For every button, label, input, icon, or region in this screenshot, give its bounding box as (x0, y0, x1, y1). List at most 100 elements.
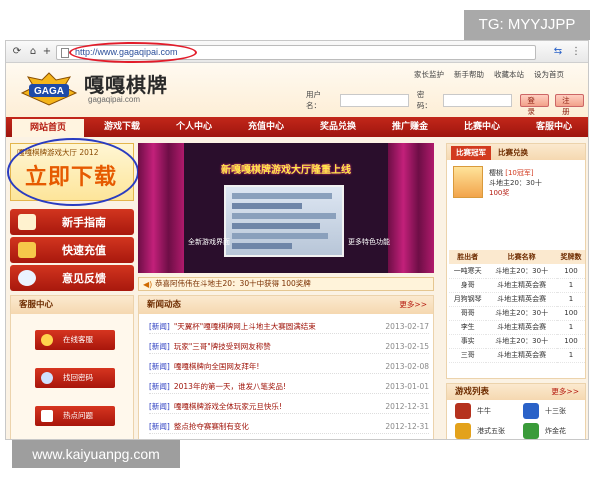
news-item-title: 整点抢夺赛赛制有变化 (173, 422, 249, 431)
table-row: 身哥 斗地主精英会赛 1 (449, 278, 585, 293)
champion-avatar (453, 166, 483, 198)
table-row: 月狗钢琴 斗地主精英会赛 1 (449, 292, 585, 307)
table-row: 事实 斗地主20：30十 100 (449, 334, 585, 349)
customer-service-title: 客服中心 (11, 296, 133, 314)
login-button[interactable]: 登录 (520, 93, 550, 116)
news-more-link[interactable]: 更多>> (399, 296, 427, 314)
banner-title: 新嘎嘎棋牌游戏大厅隆重上线 (221, 165, 351, 176)
download-now-button[interactable]: 嘎嘎棋牌游戏大厅 2012 立即下载 (7, 138, 139, 206)
site-header: GAGA 嘎嘎棋牌 gagaqipai.com 家长监护 新手帮助 收藏本站 设… (6, 63, 588, 117)
nav-personal-center[interactable]: 个人中心 (158, 117, 230, 137)
tab-match-exchange[interactable]: 比赛兑换 (493, 146, 533, 160)
username-label: 用户名： (306, 90, 321, 110)
news-date: 2012-12-31 (385, 402, 429, 411)
niuniu-icon (455, 403, 471, 419)
game-label: 港式五张 (477, 427, 505, 435)
gaga-logo[interactable]: GAGA (20, 71, 78, 107)
link-newbie-help[interactable]: 新手帮助 (454, 69, 484, 80)
game-niuniu[interactable]: 牛牛 (451, 402, 513, 420)
news-item[interactable]: [新闻] 嘎嘎棋牌向全国网友拜年! 2013-02-08 (149, 360, 429, 374)
news-date: 2013-01-01 (385, 382, 429, 391)
username-input[interactable] (339, 93, 409, 107)
recover-password-button[interactable]: 找回密码 (35, 368, 115, 388)
table-row: 一吨寒天 斗地主20：30十 100 (449, 264, 585, 279)
news-item-title: 嘎嘎棋牌向全国网友拜年! (173, 362, 260, 371)
news-date: 2013-02-17 (385, 322, 429, 331)
address-bar[interactable]: http://www.gagaqipai.com (56, 42, 536, 63)
nav-match-center[interactable]: 比赛中心 (446, 117, 518, 137)
nav-customer-service[interactable]: 客服中心 (518, 117, 588, 137)
password-input[interactable] (443, 93, 513, 107)
game-label: 十三张 (545, 407, 566, 415)
quick-recharge-label: 快速充值 (62, 244, 106, 257)
banner-caption-left: 全新游戏界面 (188, 238, 230, 246)
quick-recharge-button[interactable]: 快速充值 (10, 237, 134, 263)
newbie-guide-label: 新手指南 (62, 216, 106, 229)
feedback-button[interactable]: 意见反馈 (10, 265, 134, 291)
game-hk-five[interactable]: 港式五张 (451, 422, 513, 439)
speaker-icon: ◀) (143, 280, 153, 289)
news-item[interactable]: [新闻] 玩家"三哥"牌技受到网友称赞 2013-02-15 (149, 340, 429, 354)
champion-game: 斗地主20：30十 (489, 179, 542, 187)
news-item-title: 嘎嘎棋牌游戏全体玩家元旦快乐! (173, 402, 282, 411)
add-tab-icon[interactable]: + (40, 45, 54, 59)
news-tag: [新闻] (149, 342, 170, 351)
golden-flower-icon (523, 423, 539, 439)
key-icon (41, 372, 53, 384)
nav-prize-exchange[interactable]: 奖品兑换 (302, 117, 374, 137)
game-list-panel: 游戏列表 更多>> 牛牛 十三张 港式五张 炸金花 (446, 383, 586, 439)
login-form: 用户名： 密码： 登录 注册 (306, 90, 588, 116)
news-date: 2013-02-15 (385, 342, 429, 351)
browser-window: ⟳ ⌂ + http://www.gagaqipai.com ⇆ ⋮ GAGA … (5, 40, 589, 440)
table-row: 哥哥 斗地主20：30十 100 (449, 306, 585, 321)
game-thirteen[interactable]: 十三张 (519, 402, 581, 420)
news-item[interactable]: [新闻] 嘎嘎棋牌游戏全体玩家元旦快乐! 2012-12-31 (149, 400, 429, 414)
five-card-icon (455, 423, 471, 439)
customer-service-panel: 客服中心 在线客服 找回密码 热点问题 (10, 295, 134, 439)
menu-icon[interactable]: ⋮ (570, 45, 582, 58)
client-screenshot (224, 185, 344, 257)
link-set-homepage[interactable]: 设为首页 (534, 69, 564, 80)
hot-questions-button[interactable]: 热点问题 (35, 406, 115, 426)
news-item-title: 2013年的第一天，谁发八笔奖品! (173, 382, 286, 391)
online-service-label: 在线客服 (63, 335, 93, 344)
news-panel: 新闻动态 更多>> [新闻] "天翼杯"嘎嘎棋牌网上斗地主大赛圆满结束 2013-0… (138, 295, 434, 439)
promo-banner[interactable]: 新嘎嘎棋牌游戏大厅隆重上线 全新游戏界面 更多特色功能 (138, 143, 434, 273)
thirteen-cards-icon (523, 403, 539, 419)
nav-promotion[interactable]: 推广赚金 (374, 117, 446, 137)
nav-recharge[interactable]: 充值中心 (230, 117, 302, 137)
ranking-table: 胜出者 比赛名称 奖牌数 一吨寒天 斗地主20：30十 100 身哥 斗地主精英会赛 1… (449, 250, 585, 363)
col-winner: 胜出者 (449, 250, 487, 264)
link-parental-control[interactable]: 家长监护 (414, 69, 444, 80)
champion-name: 樱桃 (489, 169, 503, 177)
link-bookmark[interactable]: 收藏本站 (494, 69, 524, 80)
news-item-title: 玩家"三哥"牌技受到网友称赞 (173, 342, 271, 351)
translate-icon[interactable]: ⇆ (552, 45, 564, 58)
online-service-button[interactable]: 在线客服 (35, 330, 115, 350)
site-title: 嘎嘎棋牌 (84, 73, 168, 97)
tab-match-champion[interactable]: 比赛冠军 (451, 146, 491, 160)
news-tag: [新闻] (149, 402, 170, 411)
url-highlight-circle (69, 42, 197, 63)
game-list-more-link[interactable]: 更多>> (551, 384, 579, 400)
game-label: 牛牛 (477, 407, 491, 415)
curtain-right (388, 143, 434, 273)
register-button[interactable]: 注册 (555, 93, 584, 116)
newbie-guide-button[interactable]: 新手指南 (10, 209, 134, 235)
browser-toolbar: ⟳ ⌂ + http://www.gagaqipai.com ⇆ ⋮ (6, 41, 588, 63)
champion-card: 樱桃 [10冠军] 斗地主20：30十 100奖 (451, 164, 581, 202)
news-item[interactable]: [新闻] "天翼杯"嘎嘎棋牌网上斗地主大赛圆满结束 2013-02-17 (149, 320, 429, 334)
nav-game-download[interactable]: 游戏下载 (86, 117, 158, 137)
nav-home[interactable]: 网站首页 (12, 119, 84, 137)
news-item[interactable]: [新闻] 整点抢夺赛赛制有变化 2012-12-31 (149, 420, 429, 434)
refresh-icon[interactable]: ⟳ (10, 45, 24, 59)
home-icon[interactable]: ⌂ (26, 45, 40, 59)
game-zhajinhua[interactable]: 炸金花 (519, 422, 581, 439)
watermark-bottom: www.kaiyuanpg.com (12, 440, 180, 468)
download-highlight-circle (7, 138, 139, 206)
watermark-top: TG: MYYJJPP (464, 10, 590, 40)
news-title: 新闻动态 (147, 300, 182, 310)
recover-password-label: 找回密码 (63, 373, 93, 382)
news-item[interactable]: [新闻] 2013年的第一天，谁发八笔奖品! 2013-01-01 (149, 380, 429, 394)
news-tag: [新闻] (149, 362, 170, 371)
